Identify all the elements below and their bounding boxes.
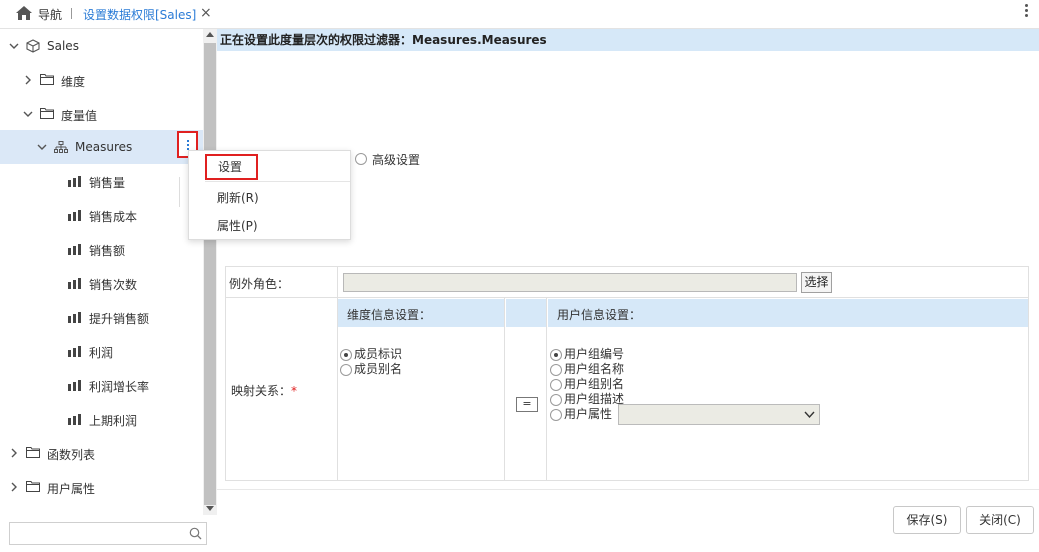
permission-config-table: 例外角色： 选择 维度信息设置： 用户信息设置： 映射关系：* 成员标识 成员别… — [225, 266, 1029, 481]
tree-panel: Sales 维度 度量值 Measures 销售量 销售成本 销售额 销售次数 … — [0, 29, 203, 515]
radio[interactable] — [550, 378, 562, 391]
tree-node-measure-item[interactable]: 利润 — [0, 334, 203, 368]
bar-chart-icon — [68, 210, 81, 221]
divider — [504, 298, 505, 480]
advanced-settings-label: 高级设置 — [372, 153, 421, 167]
tree-label-measure-item: 销售额 — [89, 244, 126, 258]
menu-item-refresh[interactable]: 刷新(R) — [189, 184, 350, 212]
radio-selected[interactable] — [340, 348, 352, 361]
tab-separator — [71, 8, 72, 19]
tree-node-measure-item[interactable]: 销售次数 — [0, 266, 203, 300]
equals-button[interactable]: = — [516, 397, 538, 412]
bar-chart-icon — [68, 176, 81, 187]
cube-icon — [26, 39, 40, 53]
chevron-down-icon[interactable] — [37, 142, 47, 152]
context-menu: 设置 刷新(R) 属性(P) — [188, 150, 351, 240]
tree-node-measure-item[interactable]: 销售成本 — [0, 198, 203, 232]
folder-icon — [26, 447, 40, 458]
radio[interactable] — [550, 363, 562, 376]
dim-option-member-alias[interactable]: 成员别名 — [340, 360, 402, 377]
tree-label-measure-item: 利润增长率 — [89, 380, 150, 394]
chevron-down-icon[interactable] — [9, 41, 19, 51]
folder-icon — [40, 108, 54, 119]
bar-chart-icon — [68, 278, 81, 289]
tree-scrollbar[interactable] — [203, 29, 217, 515]
close-tab-icon[interactable]: × — [200, 5, 212, 21]
tree-search-input[interactable] — [9, 522, 207, 545]
tree-node-measure-item[interactable]: 利润增长率 — [0, 368, 203, 402]
tree-label-measure-item: 销售量 — [89, 176, 126, 190]
scroll-down-icon[interactable] — [206, 506, 214, 511]
radio[interactable] — [550, 393, 562, 406]
dim-info-header: 维度信息设置： — [338, 299, 504, 327]
tree-node-measure-item[interactable]: 销售额 — [0, 232, 203, 266]
tree-label-functions: 函数列表 — [47, 448, 96, 462]
menu-item-settings[interactable]: 设置 — [205, 154, 258, 180]
radio[interactable] — [340, 363, 352, 376]
tree-node-measure-item[interactable]: 上期利润 — [0, 402, 203, 436]
user-info-header-label: 用户信息设置： — [557, 308, 642, 322]
tree-label-measures-folder: 度量值 — [61, 109, 98, 123]
folder-icon — [26, 481, 40, 492]
tree-node-measure-item[interactable]: 销售量 — [0, 164, 203, 198]
tree-label-user-attrs: 用户属性 — [47, 482, 96, 496]
search-icon[interactable] — [189, 527, 202, 540]
filter-header: 正在设置此度量层次的权限过滤器：Measures.Measures — [217, 29, 1039, 51]
bar-chart-icon — [68, 414, 81, 425]
close-button[interactable]: 关闭(C) — [966, 506, 1034, 534]
user-attr-select[interactable] — [618, 404, 820, 425]
user-info-header: 用户信息设置： — [548, 299, 1028, 327]
bar-chart-icon — [68, 312, 81, 323]
tree-label-measure-item: 销售成本 — [89, 210, 138, 224]
tree-node-measures[interactable]: Measures — [0, 130, 203, 164]
save-button[interactable]: 保存(S) — [893, 506, 961, 534]
bar-chart-icon — [68, 346, 81, 357]
dim-info-header-label: 维度信息设置： — [347, 308, 432, 322]
exception-role-input[interactable] — [343, 273, 797, 292]
tab-bar: 导航 设置数据权限[Sales] × — [0, 0, 1039, 29]
tree-node-measure-item[interactable]: 提升销售额 — [0, 300, 203, 334]
tree-label-measures: Measures — [75, 140, 133, 154]
user-option-user-attr[interactable]: 用户属性 — [550, 405, 612, 422]
more-options-icon[interactable] — [1025, 4, 1029, 22]
tree-label-sales: Sales — [47, 39, 79, 53]
chevron-down-icon[interactable] — [804, 409, 815, 420]
chevron-down-icon[interactable] — [23, 109, 33, 119]
mid-header — [506, 299, 546, 327]
divider — [546, 298, 547, 480]
radio-selected[interactable] — [550, 348, 562, 361]
mapping-label: 映射关系：* — [231, 384, 298, 398]
tree-node-functions[interactable]: 函数列表 — [0, 436, 203, 470]
tree-label-measure-item: 提升销售额 — [89, 312, 150, 326]
tree-label-measure-item: 销售次数 — [89, 278, 138, 292]
folder-icon — [40, 74, 54, 85]
home-icon[interactable] — [15, 5, 33, 21]
hierarchy-icon — [54, 141, 68, 153]
select-role-button[interactable]: 选择 — [801, 272, 832, 293]
required-mark: * — [291, 384, 298, 398]
tree-label-measure-item: 上期利润 — [89, 414, 138, 428]
tree-node-measures-folder[interactable]: 度量值 — [0, 97, 203, 131]
radio[interactable] — [550, 408, 562, 421]
divider — [217, 489, 1039, 490]
exception-role-row: 例外角色： 选择 — [226, 267, 1028, 298]
bar-chart-icon — [68, 244, 81, 255]
chevron-right-icon[interactable] — [23, 75, 33, 85]
scroll-up-icon[interactable] — [206, 32, 214, 37]
scrollbar-thumb[interactable] — [204, 43, 216, 505]
tab-nav[interactable]: 导航 — [38, 6, 62, 23]
tree-label-dimensions: 维度 — [61, 75, 86, 89]
menu-divider — [205, 181, 350, 182]
exception-role-label: 例外角色： — [229, 277, 290, 291]
tree-node-user-attrs[interactable]: 用户属性 — [0, 470, 203, 504]
tree-node-dimensions[interactable]: 维度 — [0, 63, 203, 97]
chevron-right-icon[interactable] — [9, 482, 19, 492]
chevron-right-icon[interactable] — [9, 448, 19, 458]
menu-item-properties[interactable]: 属性(P) — [189, 212, 350, 240]
advanced-settings-radio[interactable] — [355, 152, 367, 165]
tree-node-sales[interactable]: Sales — [0, 29, 203, 63]
bar-chart-icon — [68, 380, 81, 391]
tab-set-permission[interactable]: 设置数据权限[Sales] — [83, 6, 196, 23]
tree-label-measure-item: 利润 — [89, 346, 114, 360]
